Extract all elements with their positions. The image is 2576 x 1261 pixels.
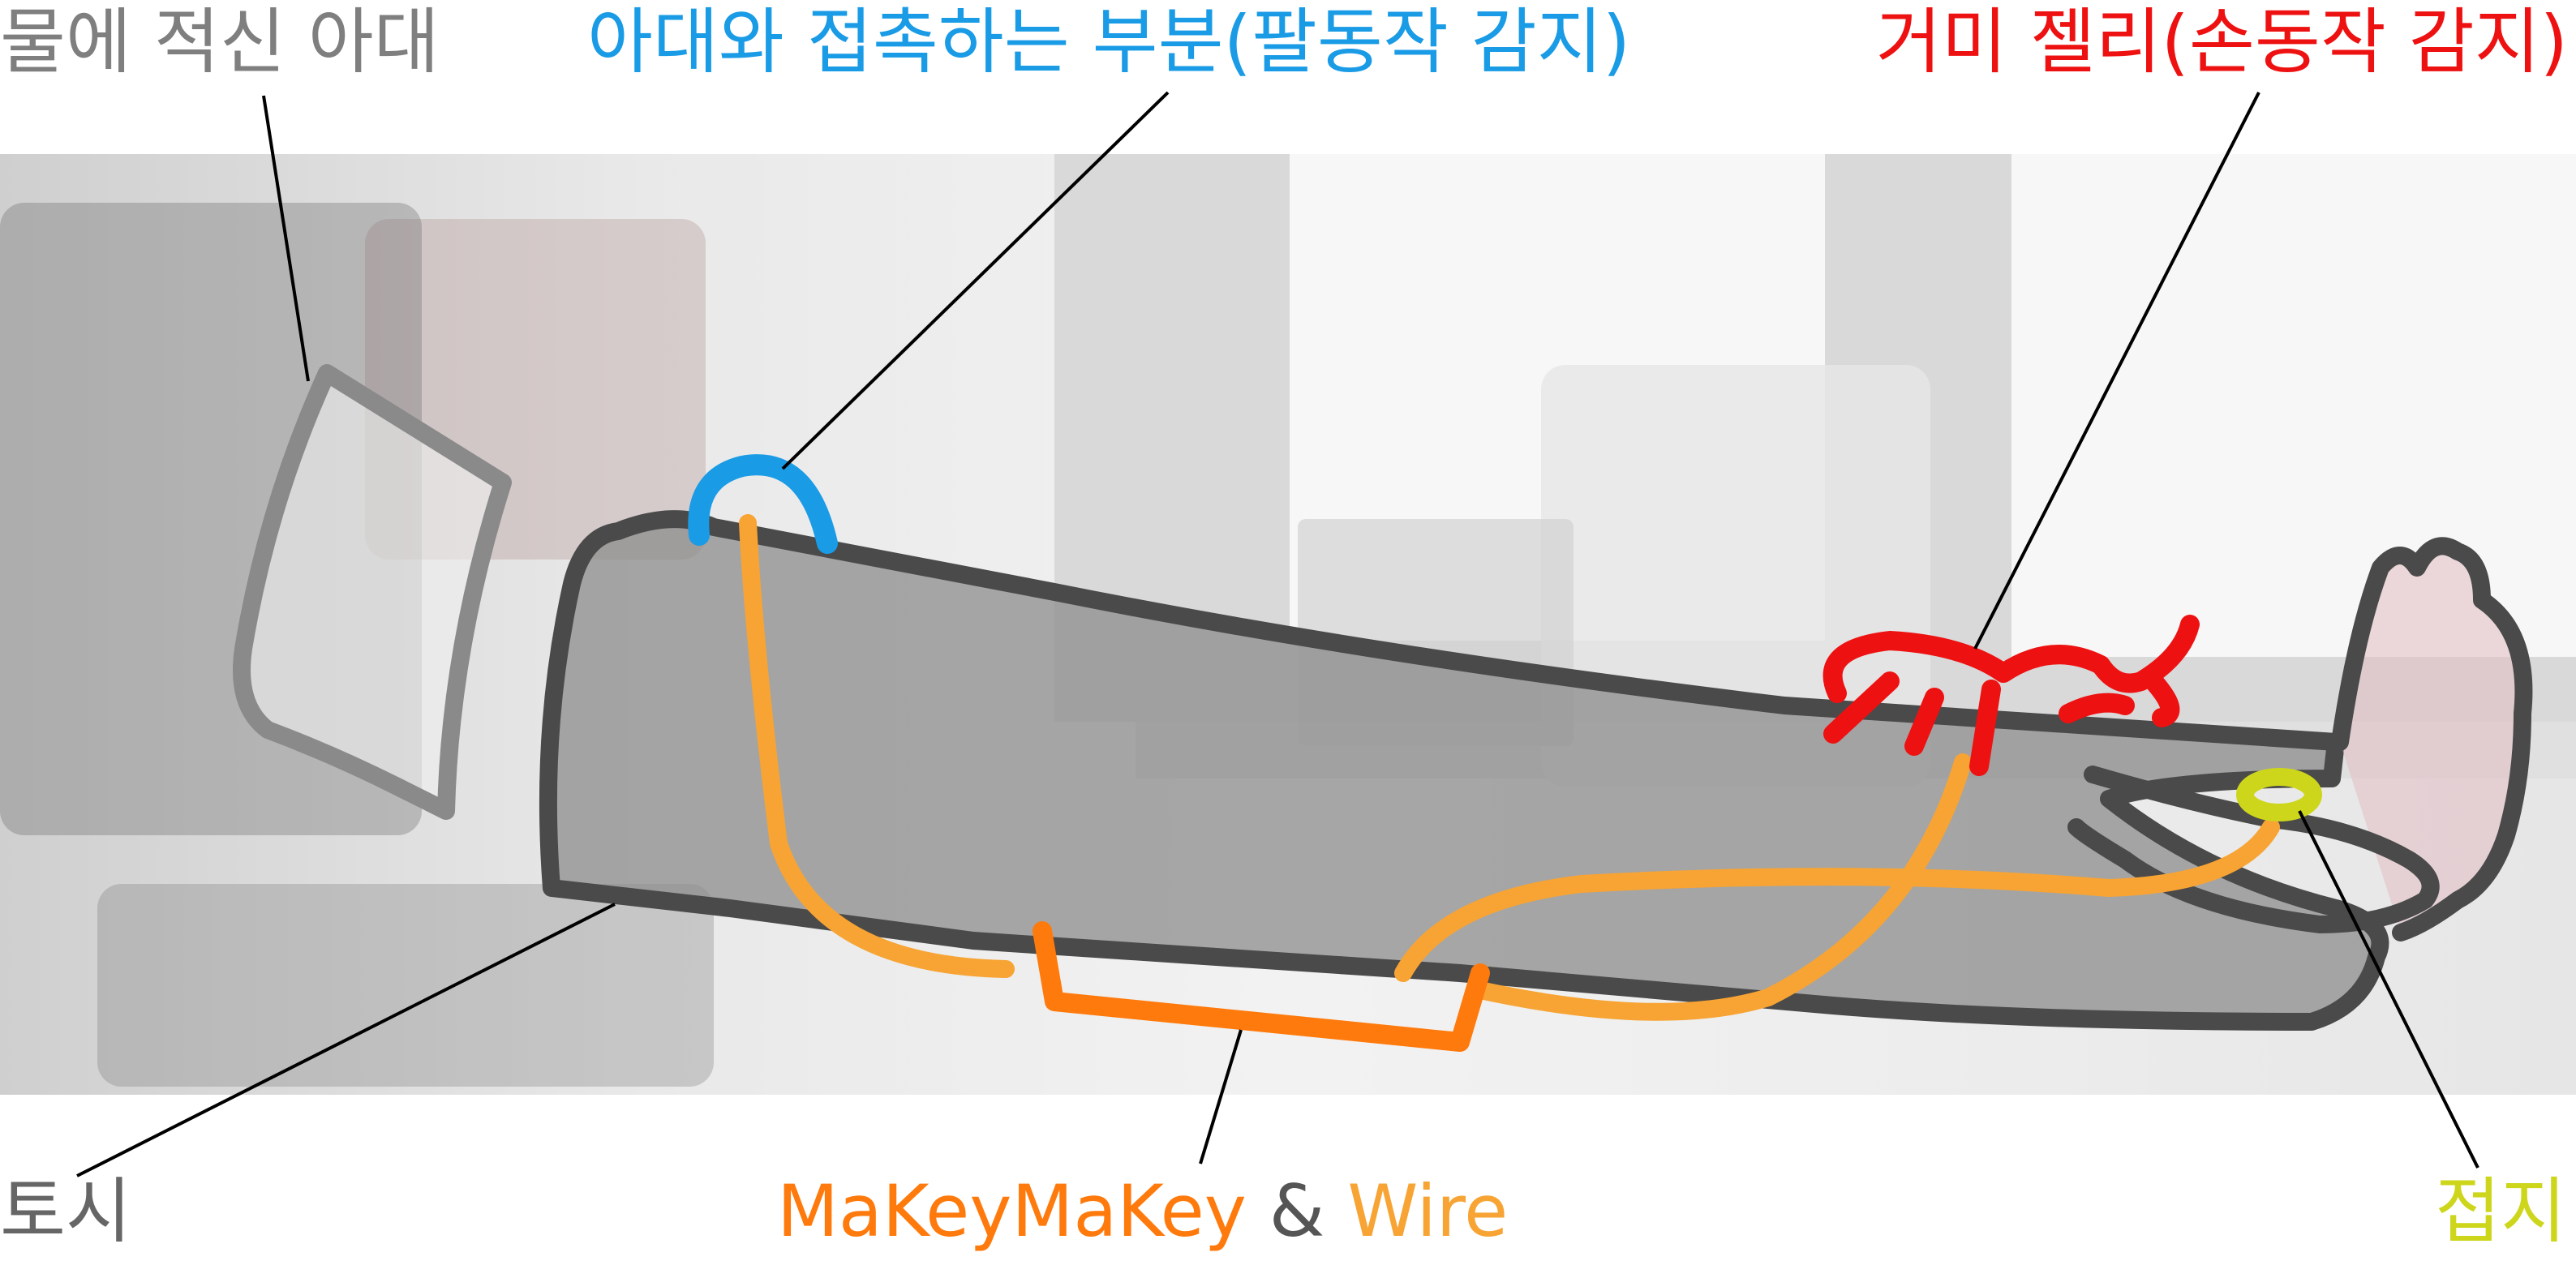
label-index-finger: 접지 — [2435, 1169, 2566, 1253]
label-toshi: 토시 — [0, 1169, 131, 1253]
leader-makey — [1199, 1029, 1243, 1164]
annotation-overlay — [76, 91, 2533, 1177]
wet-forearm-band — [233, 364, 512, 820]
label-contact-part: 아대와 접촉하는 부분(팔동작 감지) — [587, 0, 1631, 84]
label-makeymakey-wire: MaKeyMaKey & Wire — [777, 1176, 1508, 1247]
leader-contact — [781, 91, 1170, 470]
leader-jelly — [1973, 92, 2260, 650]
diagram-canvas: 물에 적신 아대 아대와 접촉하는 부분(팔동작 감지) 거미 젤리(손동작 감… — [0, 0, 2576, 1261]
ground-marker — [2236, 768, 2322, 821]
label-wire: Wire — [1347, 1169, 1509, 1253]
label-gummy-jelly: 거미 젤리(손동작 감지) — [1875, 0, 2568, 84]
label-amp: & — [1269, 1169, 1325, 1253]
label-wet-forearm: 물에 적신 아대 — [0, 0, 440, 84]
leader-toshi — [76, 903, 616, 1177]
leader-wet-forearm — [262, 95, 310, 382]
label-makeymakey: MaKeyMaKey — [777, 1169, 1247, 1253]
